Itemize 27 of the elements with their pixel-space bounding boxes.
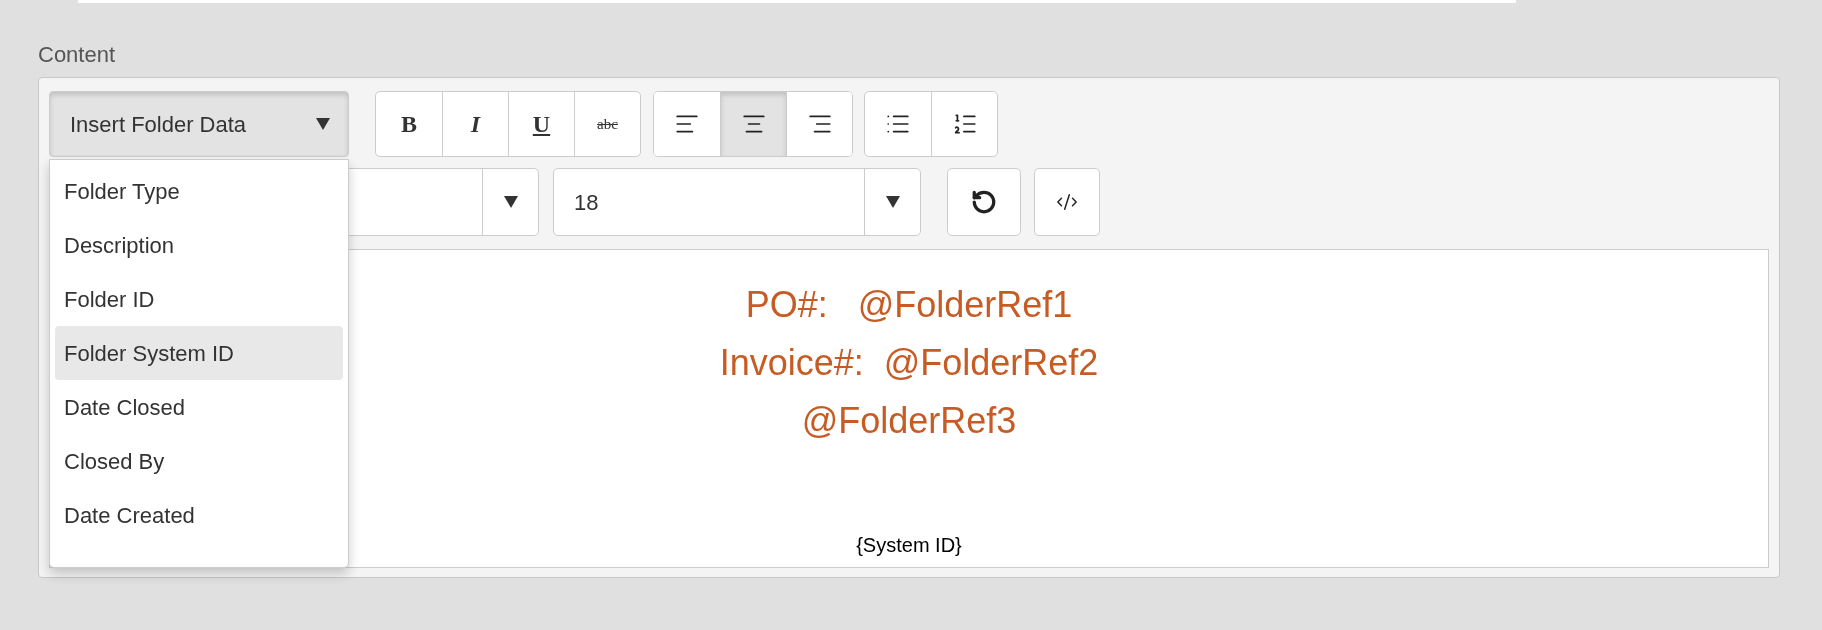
body-text-line: @FolderRef3	[801, 399, 1017, 443]
undo-button[interactable]	[947, 168, 1021, 236]
font-size-select[interactable]: 18	[553, 168, 921, 236]
menu-item[interactable]: Closed By	[55, 434, 343, 488]
italic-button[interactable]: I	[442, 92, 508, 156]
undo-icon	[971, 189, 997, 215]
font-size-value: 18	[573, 188, 600, 217]
code-button[interactable]	[1034, 168, 1100, 236]
menu-item[interactable]: Folder System ID	[55, 326, 343, 380]
underline-button[interactable]: U	[508, 92, 574, 156]
body-text-line: Invoice#: @FolderRef2	[719, 341, 1099, 385]
body-text-line: PO#: @FolderRef1	[745, 283, 1073, 327]
section-label: Content	[38, 42, 116, 68]
menu-item[interactable]: Folder ID	[55, 272, 343, 326]
code-icon	[1056, 191, 1078, 213]
insert-data-button[interactable]: Insert Folder Data	[49, 91, 349, 157]
menu-item[interactable]: Date Created	[55, 488, 343, 542]
menu-item[interactable]: Date Closed	[55, 380, 343, 434]
footer-placeholder: {System ID}	[856, 533, 962, 557]
bold-button[interactable]: B	[376, 92, 442, 156]
caret-icon	[885, 196, 900, 208]
caret-icon	[316, 118, 330, 130]
align-right-button[interactable]	[786, 92, 852, 156]
align-center-button[interactable]	[720, 92, 786, 156]
caret-icon	[503, 196, 518, 208]
strikethrough-button[interactable]: abc	[574, 92, 640, 156]
menu-item[interactable]: Folder Type	[55, 164, 343, 218]
